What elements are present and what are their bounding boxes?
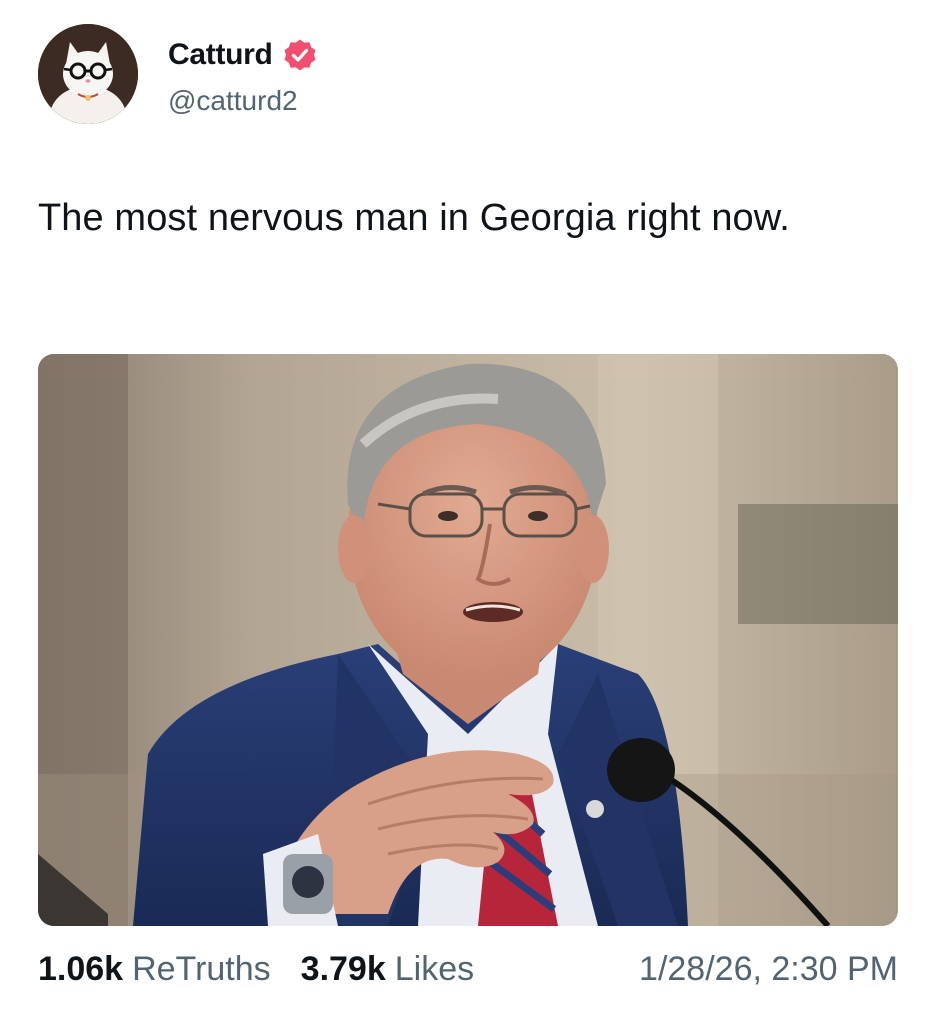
post-card: Catturd @catturd2 The most nervous man i…	[0, 0, 936, 1024]
likes-count: 3.79k	[300, 950, 386, 988]
likes-stat[interactable]: 3.79k Likes	[301, 950, 474, 989]
photo-image	[38, 354, 898, 926]
post-timestamp: 1/28/26, 2:30 PM	[639, 950, 898, 988]
post-header: Catturd @catturd2	[38, 24, 317, 124]
cat-avatar-icon	[38, 24, 138, 124]
avatar[interactable]	[38, 24, 138, 124]
display-name[interactable]: Catturd	[168, 38, 273, 72]
handle[interactable]: @catturd2	[168, 85, 317, 117]
likes-label: Likes	[394, 950, 475, 988]
retruths-count: 1.06k	[38, 950, 124, 988]
post-media-image[interactable]	[38, 354, 898, 926]
post-stats: 1.06k ReTruths 3.79k Likes 1/28/26, 2:30…	[38, 950, 898, 989]
name-row: Catturd	[168, 31, 317, 79]
verified-badge-icon	[283, 38, 317, 72]
author-names: Catturd @catturd2	[168, 31, 317, 117]
retruths-stat[interactable]: 1.06k ReTruths	[38, 950, 271, 989]
post-text: The most nervous man in Georgia right no…	[38, 197, 790, 239]
retruths-label: ReTruths	[132, 950, 271, 988]
